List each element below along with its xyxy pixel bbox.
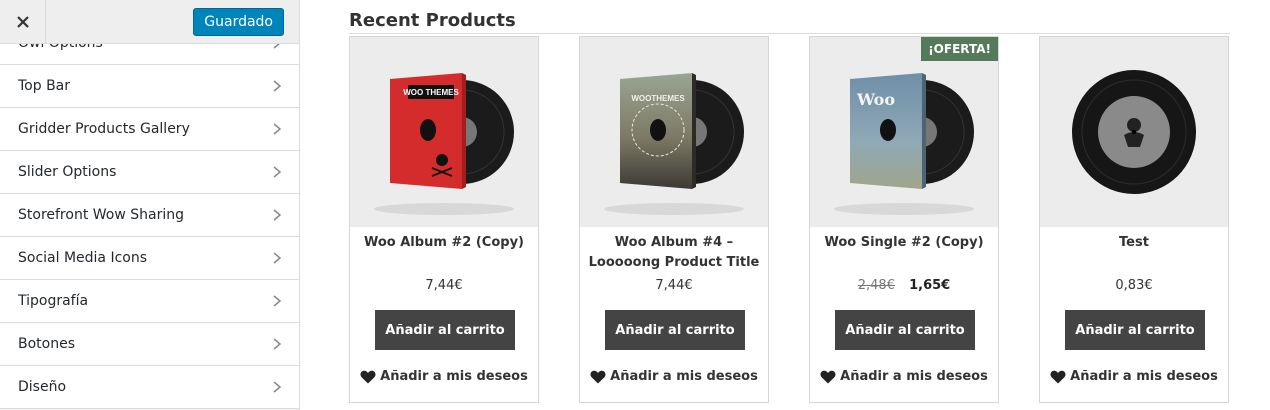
wishlist-label: Añadir a mis deseos [840,369,988,384]
vinyl-album-image: Woo [834,73,974,215]
chevron-right-icon [273,209,282,221]
sidebar-item-label: Botones [18,336,76,352]
section-divider [349,33,1230,34]
vinyl-record-image [1072,70,1196,194]
close-button[interactable] [0,0,46,44]
svg-text:WOOTHEMES: WOOTHEMES [631,94,685,103]
product-image[interactable]: WOO THEMES [350,37,538,227]
sidebar-item-slider-options[interactable]: Slider Options [0,151,299,194]
add-to-cart-button[interactable]: Añadir al carrito [375,310,515,350]
sidebar-header: Guardado [0,0,299,44]
add-to-cart-button[interactable]: Añadir al carrito [1065,310,1205,350]
product-image[interactable] [1040,37,1228,227]
sidebar-item-tipografia[interactable]: Tipografía [0,280,299,323]
chevron-right-icon [273,338,282,350]
product-image[interactable]: Woo ¡OFERTA! [810,37,998,227]
product-name[interactable]: Woo Album #2 (Copy) [356,233,532,253]
product-price: 7,44€ [580,278,768,293]
product-price: 0,83€ [1040,278,1228,293]
add-to-wishlist-link[interactable]: Añadir a mis deseos [580,369,768,384]
add-to-wishlist-link[interactable]: Añadir a mis deseos [1040,369,1228,384]
sale-badge: ¡OFERTA! [921,37,998,61]
sidebar-item-label: Top Bar [18,78,71,94]
add-to-cart-button[interactable]: Añadir al carrito [835,310,975,350]
preview-area: Recent Products WOO THEMES Woo Album #2 … [300,0,1270,410]
sidebar-item-label: Storefront Wow Sharing [18,207,184,223]
product-card: Woo ¡OFERTA! Woo Single #2 (Copy) 2,48€ … [809,36,999,403]
save-button[interactable]: Guardado [193,8,284,36]
heart-icon [590,370,606,383]
heart-icon [360,370,376,383]
wishlist-label: Añadir a mis deseos [610,369,758,384]
chevron-right-icon [273,381,282,393]
wishlist-label: Añadir a mis deseos [1070,369,1218,384]
close-icon [16,16,29,28]
sidebar-item-label: Social Media Icons [18,250,148,266]
price-current: 0,83€ [1115,278,1153,293]
price-current: 7,44€ [655,278,693,293]
product-price: 7,44€ [350,278,538,293]
price-current: 7,44€ [425,278,463,293]
price-current: 1,65€ [909,278,951,293]
add-to-wishlist-link[interactable]: Añadir a mis deseos [350,369,538,384]
chevron-right-icon [273,80,282,92]
chevron-right-icon [273,123,282,135]
product-card: WOO THEMES Woo Album #2 (Copy) 7,44€ Aña… [349,36,539,403]
svg-text:Woo: Woo [856,90,895,109]
product-name[interactable]: Test [1046,233,1222,253]
chevron-right-icon [273,295,282,307]
product-name[interactable]: Woo Single #2 (Copy) [816,233,992,253]
sidebar-item-top-bar[interactable]: Top Bar [0,65,299,108]
sidebar-item-diseno[interactable]: Diseño [0,366,299,409]
sidebar-item-gridder-products-gallery[interactable]: Gridder Products Gallery [0,108,299,151]
heart-icon [1050,370,1066,383]
product-card: Test 0,83€ Añadir al carrito Añadir a mi… [1039,36,1229,403]
sidebar-item-label: Tipografía [18,293,89,309]
chevron-right-icon [273,166,282,178]
add-to-cart-button[interactable]: Añadir al carrito [605,310,745,350]
chevron-right-icon [273,252,282,264]
sidebar-item-storefront-wow-sharing[interactable]: Storefront Wow Sharing [0,194,299,237]
vinyl-album-image: WOOTHEMES [604,73,744,215]
sidebar-panel-list: Owl Options Top Bar Gridder Products Gal… [0,22,299,409]
sidebar-item-label: Diseño [18,379,67,395]
wishlist-label: Añadir a mis deseos [380,369,528,384]
product-name[interactable]: Woo Album #4 – Looooong Product Title [586,233,762,273]
vinyl-album-image: WOO THEMES [374,73,514,215]
product-card: WOOTHEMES Woo Album #4 – Looooong Produc… [579,36,769,403]
price-old: 2,48€ [857,278,895,293]
sidebar-item-label: Slider Options [18,164,117,180]
sidebar-item-botones[interactable]: Botones [0,323,299,366]
svg-text:WOO THEMES: WOO THEMES [403,88,459,97]
product-image[interactable]: WOOTHEMES [580,37,768,227]
section-title: Recent Products [349,10,516,31]
heart-icon [820,370,836,383]
sidebar-item-social-media-icons[interactable]: Social Media Icons [0,237,299,280]
customizer-sidebar: Owl Options Top Bar Gridder Products Gal… [0,0,300,410]
sidebar-item-label: Gridder Products Gallery [18,121,190,137]
product-price: 2,48€ 1,65€ [810,278,998,293]
add-to-wishlist-link[interactable]: Añadir a mis deseos [810,369,998,384]
